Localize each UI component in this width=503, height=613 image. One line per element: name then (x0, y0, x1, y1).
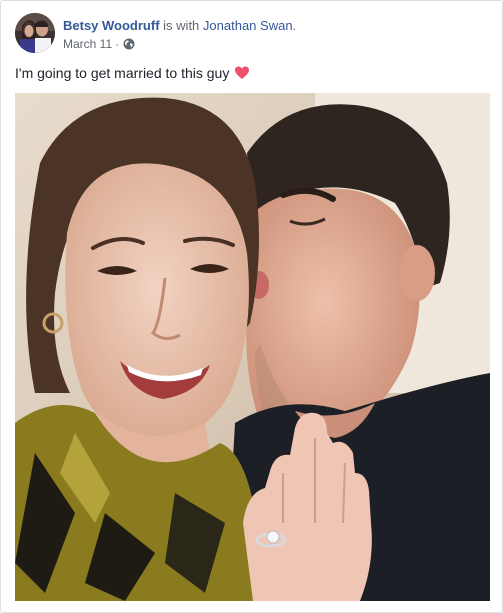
author-name-link[interactable]: Betsy Woodruff (63, 18, 160, 33)
with-label: is with (163, 18, 200, 33)
caption-text: I'm going to get married to this guy (15, 65, 230, 81)
meta-separator: · (115, 37, 120, 51)
tagged-person-link[interactable]: Jonathan Swan (203, 18, 293, 33)
post-timestamp[interactable]: March 11 (63, 37, 112, 51)
heart-icon (234, 65, 250, 81)
avatar-photo (15, 13, 55, 53)
post-header: Betsy Woodruff is with Jonathan Swan. Ma… (15, 13, 485, 57)
globe-icon[interactable] (123, 38, 135, 50)
post-author-line: Betsy Woodruff is with Jonathan Swan. (63, 18, 296, 34)
engagement-selfie-image (15, 93, 490, 601)
post-meta: March 11 · (63, 37, 135, 51)
author-line-period: . (292, 18, 297, 33)
post-caption: I'm going to get married to this guy (15, 63, 250, 83)
facebook-post: Betsy Woodruff is with Jonathan Swan. Ma… (0, 0, 503, 613)
post-photo[interactable] (15, 93, 490, 601)
author-avatar[interactable] (15, 13, 55, 53)
